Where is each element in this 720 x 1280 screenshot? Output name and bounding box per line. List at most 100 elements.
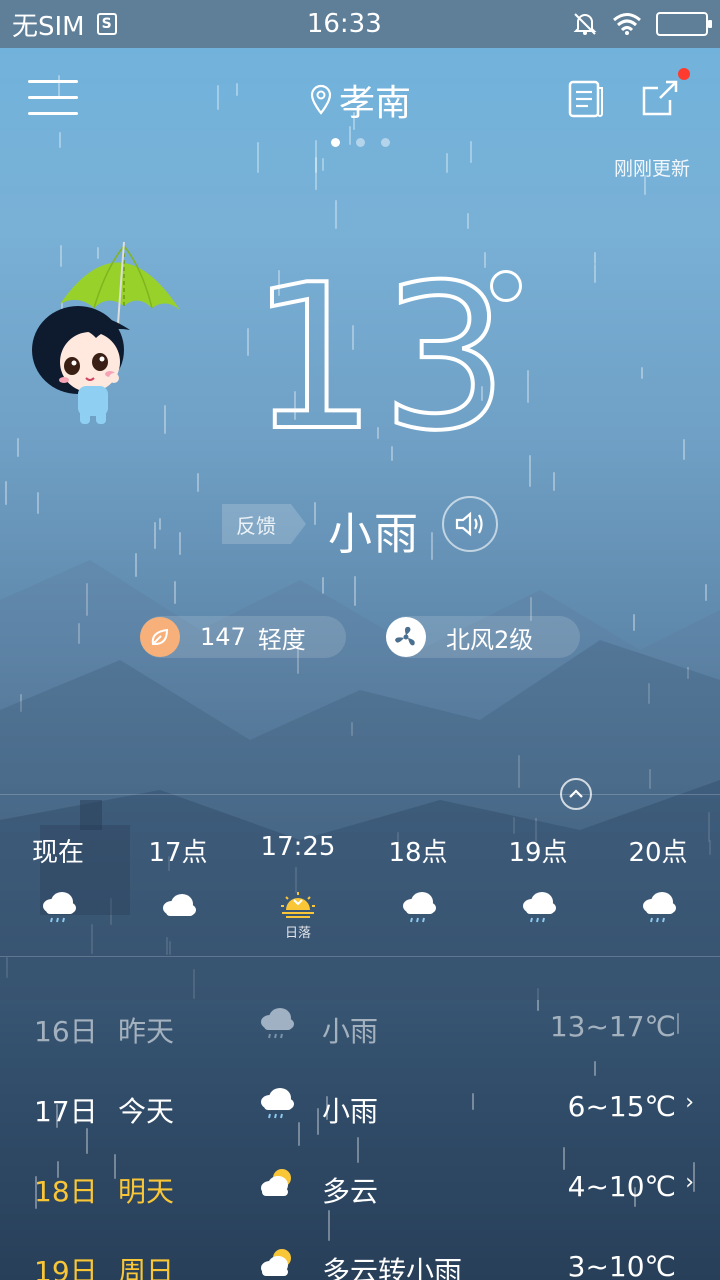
share-icon[interactable] [640, 78, 680, 118]
notification-dot [678, 68, 690, 80]
hourly-forecast: 现在 17点 17:25 日落 18点 19点 20点 [0, 832, 720, 942]
voice-broadcast-button[interactable] [442, 496, 498, 552]
aqi-value: 147 [200, 623, 246, 651]
chevron-right-icon: › [685, 1170, 694, 1195]
raindrop [527, 370, 529, 403]
raindrop [154, 522, 156, 549]
raindrop [594, 264, 596, 283]
hourly-time: 17:25 [260, 832, 336, 862]
chevron-up-icon [569, 789, 583, 798]
daily-day-name: 周日 [118, 1255, 175, 1280]
raindrop [37, 492, 39, 514]
sunset-icon [278, 888, 318, 924]
umbrella-girl-mascot[interactable] [26, 238, 186, 428]
raindrop [649, 769, 651, 789]
raindrop [86, 583, 88, 616]
status-bar: 无SIM S 16:33 [0, 0, 720, 48]
daily-row[interactable]: 17日 今天 小雨 6~15℃ › [0, 1070, 720, 1150]
raindrop [20, 694, 22, 712]
daily-date: 18日 [34, 1175, 98, 1208]
raindrop [6, 957, 8, 978]
daily-condition: 多云 [322, 1175, 379, 1208]
page-indicator [0, 138, 720, 147]
daily-temperature-range: 6~15℃ [567, 1090, 676, 1123]
raindrop [351, 722, 353, 736]
raindrop [446, 153, 448, 173]
raindrop [322, 158, 324, 171]
partly-cloudy-icon [256, 1244, 296, 1280]
hourly-item: 现在 [0, 832, 118, 924]
partly-cloudy-icon [256, 1164, 296, 1204]
daily-row[interactable]: 16日 昨天 小雨 13~17℃ [0, 990, 720, 1070]
daily-condition: 小雨 [322, 1095, 379, 1128]
page-dot-active [330, 138, 340, 147]
hourly-time: 20点 [628, 838, 688, 868]
expand-button[interactable] [560, 778, 592, 810]
rain-cloud-icon [38, 888, 78, 924]
city-name: 孝南 [338, 83, 411, 124]
daily-temperature-range: 13~17℃ [549, 1010, 676, 1043]
daily-temperature-range: 4~10℃ [567, 1170, 676, 1203]
clock: 16:33 [306, 9, 382, 39]
air-quality-pill[interactable]: 147 轻度 [140, 616, 346, 658]
raindrop [633, 614, 635, 631]
daily-date: 16日 [34, 1015, 98, 1048]
feedback-button[interactable]: 反馈 [222, 504, 306, 544]
rain-cloud-icon [256, 1084, 296, 1124]
daily-row[interactable]: 19日 周日 多云转小雨 3~10℃ [0, 1230, 720, 1280]
raindrop [247, 328, 249, 356]
speaker-icon [455, 511, 483, 537]
raindrop [5, 481, 7, 505]
rain-cloud-icon [638, 888, 678, 924]
hourly-item: 19点 [478, 832, 598, 924]
daily-condition: 多云转小雨 [322, 1255, 463, 1280]
divider [0, 794, 720, 795]
hourly-item: 18点 [358, 832, 478, 924]
raindrop [315, 157, 317, 190]
news-icon[interactable] [568, 78, 604, 118]
wind-value: 北风2级 [446, 625, 534, 654]
daily-temperature-range: 3~10℃ [567, 1250, 676, 1280]
raindrop [354, 576, 356, 606]
raindrop [174, 581, 176, 604]
raindrop [518, 755, 520, 788]
sim-icon: S [96, 13, 117, 35]
fan-icon [386, 617, 426, 657]
hourly-item: 17点 [118, 832, 238, 924]
daily-date: 19日 [34, 1255, 98, 1280]
rain-cloud-icon [398, 888, 438, 924]
divider [0, 956, 720, 957]
raindrop [322, 577, 324, 594]
current-temperature: 13 [248, 242, 513, 475]
raindrop [169, 941, 171, 955]
carrier-label: 无SIM [12, 11, 85, 42]
raindrop [159, 518, 161, 530]
wind-pill[interactable]: 北风2级 [386, 616, 580, 658]
leaf-icon [140, 617, 180, 657]
daily-day-name: 昨天 [118, 1015, 175, 1048]
raindrop [594, 252, 596, 264]
city-selector[interactable]: 孝南 [0, 74, 720, 126]
raindrop [314, 502, 316, 525]
raindrop [705, 584, 707, 601]
raindrop [17, 438, 19, 457]
location-pin-icon [310, 84, 332, 115]
raindrop [683, 439, 685, 460]
raindrop [529, 455, 531, 487]
daily-row[interactable]: 18日 明天 多云 4~10℃ › [0, 1150, 720, 1230]
hourly-time: 17点 [148, 838, 208, 868]
daily-date: 17日 [34, 1095, 98, 1128]
hourly-time: 现在 [31, 838, 84, 868]
battery-icon [655, 12, 712, 36]
daily-day-name: 今天 [118, 1095, 175, 1128]
raindrop [553, 472, 555, 491]
raindrop [135, 553, 137, 577]
raindrop [641, 367, 643, 379]
hourly-subtitle: 日落 [284, 926, 311, 941]
daily-day-name: 明天 [118, 1175, 175, 1208]
raindrop [431, 532, 433, 560]
degree-symbol [490, 270, 522, 302]
header: 孝南 [0, 70, 720, 130]
update-status: 刚刚更新 [613, 158, 690, 180]
hourly-time: 18点 [388, 838, 448, 868]
